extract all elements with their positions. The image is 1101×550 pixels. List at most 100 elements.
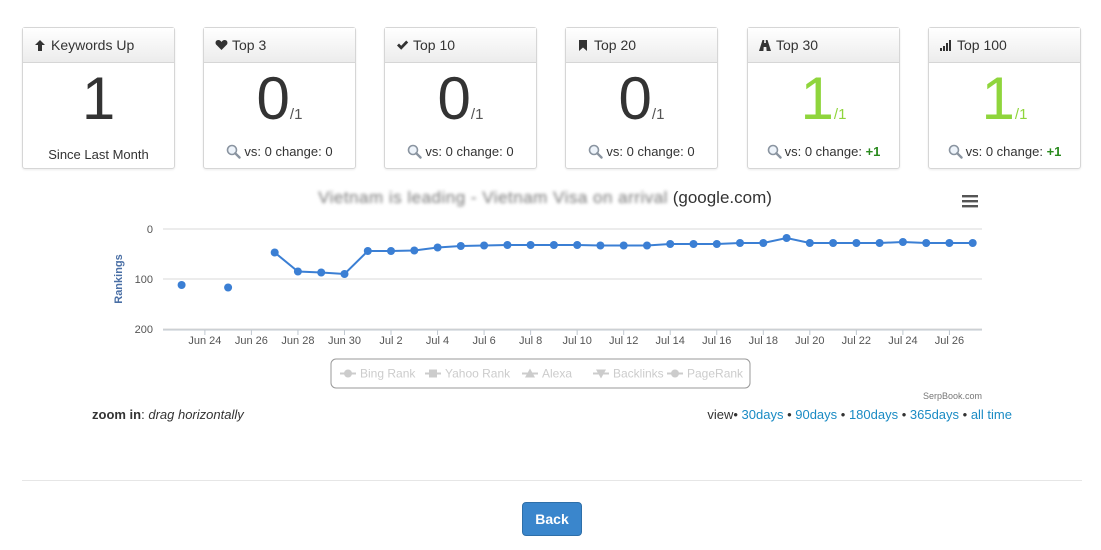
- legend-item-label[interactable]: Yahoo Rank: [445, 367, 511, 381]
- data-point: [736, 239, 744, 247]
- x-tick-label: Jul 22: [842, 335, 871, 347]
- view-link-all-time[interactable]: all time: [971, 407, 1012, 422]
- data-point: [503, 241, 512, 249]
- card-header: Keywords Up: [23, 28, 174, 63]
- card-footer: vs: 0 change: +1: [748, 144, 899, 162]
- data-point: [619, 241, 628, 250]
- card-title: Top 100: [957, 37, 1007, 53]
- card-title: Top 3: [232, 37, 267, 53]
- legend-item-label[interactable]: Alexa: [542, 367, 572, 381]
- magnifier-icon: [226, 144, 242, 162]
- data-point: [712, 240, 721, 248]
- y-tick-label: 200: [135, 324, 153, 336]
- card-footer-text: vs: 0 change:: [244, 144, 326, 159]
- view-link-separator: •: [898, 407, 910, 422]
- x-tick-label: Jul 10: [562, 335, 591, 347]
- chart-credit: SerpBook.com: [923, 391, 982, 401]
- magnifier-icon: [407, 144, 423, 162]
- zoom-hint: drag horizontally: [148, 407, 244, 422]
- card-value: 1/1: [748, 67, 899, 147]
- stat-card-top-30: Top 30 1/1 vs: 0 change: +1: [747, 27, 900, 169]
- card-footer: vs: 0 change: 0: [385, 144, 536, 162]
- data-point: [433, 243, 442, 252]
- view-link-separator: •: [959, 407, 971, 422]
- view-link-365days[interactable]: 365days: [910, 407, 959, 422]
- legend-marker: [429, 369, 437, 378]
- card-header: Top 30: [748, 28, 899, 63]
- card-value-denominator: /1: [470, 106, 484, 123]
- legend-item-label[interactable]: Backlinks: [613, 367, 664, 381]
- x-tick-label: Jul 26: [935, 335, 964, 347]
- view-link-separator: •: [837, 407, 849, 422]
- card-footer-text: vs: 0 change:: [965, 144, 1047, 159]
- x-tick-label: Jul 8: [519, 335, 542, 347]
- legend-item-label[interactable]: PageRank: [687, 367, 744, 381]
- x-tick-label: Jun 26: [235, 335, 268, 347]
- stat-card-keywords-up: Keywords Up 1 Since Last Month: [22, 27, 175, 169]
- view-link-30days[interactable]: 30days: [742, 407, 784, 422]
- card-title: Top 30: [776, 37, 819, 53]
- x-tick-label: Jul 2: [379, 335, 402, 347]
- magnifier-icon: [948, 144, 963, 162]
- x-tick-label: Jun 30: [328, 335, 361, 347]
- x-tick-label: Jul 24: [888, 335, 917, 347]
- card-body: 1/1 vs: 0 change: +1: [929, 63, 1080, 169]
- card-change-value: 0: [687, 144, 695, 159]
- data-point: [177, 281, 186, 289]
- legend-marker: [671, 369, 679, 378]
- data-point: [689, 240, 698, 248]
- data-point: [805, 239, 814, 247]
- card-footer-text: vs: 0 change:: [606, 144, 688, 159]
- checkmark-icon: [395, 38, 409, 52]
- x-tick-label: Jul 18: [749, 335, 778, 347]
- data-point: [666, 240, 675, 248]
- divider: [22, 480, 1082, 481]
- card-value-number: 1: [981, 65, 1015, 132]
- data-point: [898, 238, 907, 246]
- y-axis-label: Rankings: [113, 254, 125, 304]
- y-tick-label: 100: [135, 274, 153, 286]
- card-body: 0/1 vs: 0 change: 0: [385, 63, 536, 169]
- view-range-links: view• 30days • 90days • 180days • 365day…: [707, 407, 1012, 422]
- stat-card-top-10: Top 10 0/1 vs: 0 change: 0: [384, 27, 537, 169]
- card-change-value: 0: [506, 144, 514, 159]
- card-header: Top 3: [204, 28, 355, 63]
- x-tick-label: Jun 28: [281, 335, 314, 347]
- data-point: [293, 267, 302, 276]
- x-tick-label: Jul 14: [656, 335, 685, 347]
- bookmark-icon: [576, 38, 590, 52]
- view-link-180days[interactable]: 180days: [849, 407, 898, 422]
- data-point: [549, 241, 558, 249]
- card-header: Top 20: [566, 28, 717, 63]
- card-value-number: 0: [256, 65, 290, 132]
- stat-card-top-20: Top 20 0/1 vs: 0 change: 0: [565, 27, 718, 169]
- card-value-number: 1: [800, 65, 834, 132]
- x-tick-label: Jul 4: [426, 335, 449, 347]
- data-point: [456, 242, 465, 250]
- card-title: Keywords Up: [51, 37, 135, 53]
- card-footer-text: vs: 0 change:: [784, 144, 866, 159]
- data-point: [270, 248, 279, 257]
- card-value: 1: [23, 67, 174, 147]
- x-tick-label: Jul 12: [609, 335, 638, 347]
- x-tick-label: Jul 16: [702, 335, 731, 347]
- data-point: [759, 239, 768, 247]
- data-point: [945, 239, 954, 247]
- view-link-90days[interactable]: 90days: [795, 407, 837, 422]
- card-body: 1/1 vs: 0 change: +1: [748, 63, 899, 169]
- data-point: [480, 241, 489, 250]
- magnifier-icon: [767, 144, 782, 162]
- data-point: [363, 247, 372, 255]
- back-button[interactable]: Back: [522, 502, 582, 536]
- x-tick-label: Jul 20: [795, 335, 824, 347]
- card-value-denominator: /1: [651, 106, 665, 123]
- data-point: [922, 239, 931, 247]
- ranking-chart[interactable]: Vietnam is leading - Vietnam Visa on arr…: [90, 185, 1000, 405]
- view-label: view: [707, 407, 734, 422]
- legend-item-label[interactable]: Bing Rank: [360, 367, 416, 381]
- card-value-denominator: /1: [833, 106, 847, 123]
- card-value: 0/1: [566, 67, 717, 147]
- card-body: 0/1 vs: 0 change: 0: [566, 63, 717, 169]
- stat-card-top-3: Top 3 0/1 vs: 0 change: 0: [203, 27, 356, 169]
- data-point: [782, 234, 791, 242]
